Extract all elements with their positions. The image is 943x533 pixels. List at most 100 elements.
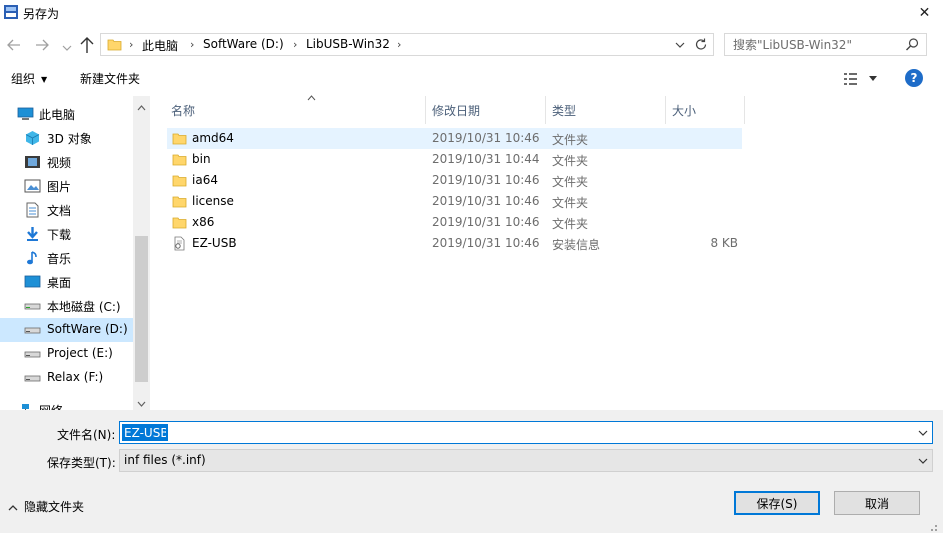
drive-icon xyxy=(24,346,41,362)
video-icon xyxy=(24,154,41,170)
table-row[interactable]: ia64 2019/10/31 10:46 文件夹 xyxy=(167,170,742,191)
sidebar-item-label: 本地磁盘 (C:) xyxy=(47,300,121,314)
table-row[interactable]: amd64 2019/10/31 10:46 文件夹 xyxy=(167,128,742,149)
change-view-button[interactable] xyxy=(843,70,879,88)
nav-pane-scrollbar[interactable] xyxy=(133,96,150,410)
table-row[interactable]: EZ-USB 2019/10/31 10:46 安装信息 8 KB xyxy=(167,233,742,254)
filename-combobox[interactable] xyxy=(119,421,933,444)
column-header-date[interactable]: 修改日期 xyxy=(426,96,546,124)
navigation-pane: 此电脑 3D 对象 视频 图片 文档 下载 音乐 桌面 本地磁盘 (C:) So… xyxy=(0,96,150,410)
file-date: 2019/10/31 10:46 xyxy=(432,131,540,145)
file-date: 2019/10/31 10:46 xyxy=(432,173,540,187)
new-folder-button[interactable]: 新建文件夹 xyxy=(80,70,140,87)
sidebar-item-label: 下载 xyxy=(47,228,72,242)
sidebar-item-drive-c[interactable]: 本地磁盘 (C:) xyxy=(0,294,133,318)
file-name: amd64 xyxy=(192,131,234,145)
search-input[interactable] xyxy=(733,37,903,53)
sidebar-item-drive-f[interactable]: Relax (F:) xyxy=(0,366,133,390)
file-size: 8 KB xyxy=(710,236,738,250)
organize-label: 组织 xyxy=(11,72,36,86)
app-icon xyxy=(3,4,19,20)
search-icon[interactable] xyxy=(905,37,920,52)
sidebar-item-downloads[interactable]: 下载 xyxy=(0,222,133,246)
back-arrow-icon[interactable] xyxy=(6,38,22,52)
sidebar-item-this-pc[interactable]: 此电脑 xyxy=(0,102,133,126)
drive-icon xyxy=(24,298,41,314)
sidebar-item-music[interactable]: 音乐 xyxy=(0,246,133,270)
sidebar-item-desktop[interactable]: 桌面 xyxy=(0,270,133,294)
column-header-size[interactable]: 大小 xyxy=(666,96,745,124)
breadcrumb-separator: › xyxy=(293,38,298,51)
filename-input[interactable] xyxy=(122,424,168,441)
sidebar-item-label: 文档 xyxy=(47,204,72,218)
desktop-icon xyxy=(24,274,41,290)
up-arrow-icon[interactable] xyxy=(78,35,96,55)
breadcrumb-separator: › xyxy=(190,38,195,51)
sidebar-item-label: 3D 对象 xyxy=(47,132,92,146)
folder-icon xyxy=(172,131,187,146)
file-date: 2019/10/31 10:46 xyxy=(432,194,540,208)
filetype-dropdown-chevron-icon[interactable] xyxy=(917,455,929,465)
sidebar-item-label: Relax (F:) xyxy=(47,370,104,384)
file-name: x86 xyxy=(192,215,215,229)
recent-locations-chevron-icon[interactable] xyxy=(62,41,72,51)
column-header-name[interactable]: 名称 xyxy=(165,95,426,124)
file-type: 文件夹 xyxy=(552,133,589,147)
sidebar-item-label: Project (E:) xyxy=(47,346,113,360)
forward-arrow-icon[interactable] xyxy=(34,38,50,52)
sidebar-item-drive-e[interactable]: Project (E:) xyxy=(0,342,133,366)
close-icon: ✕ xyxy=(918,5,931,21)
documents-icon xyxy=(24,202,41,218)
file-type: 安装信息 xyxy=(552,238,601,252)
close-button[interactable]: ✕ xyxy=(906,0,943,26)
filename-dropdown-chevron-icon[interactable] xyxy=(917,427,929,437)
search-box[interactable] xyxy=(724,33,927,56)
address-bar[interactable]: › 此电脑 › SoftWare (D:) › LibUSB-Win32 › xyxy=(100,33,714,56)
refresh-icon[interactable] xyxy=(693,36,709,53)
sidebar-item-network[interactable]: 网络 xyxy=(0,398,133,410)
scroll-down-arrow-icon[interactable] xyxy=(137,396,146,407)
sidebar-item-pictures[interactable]: 图片 xyxy=(0,174,133,198)
filename-label: 文件名(N): xyxy=(57,428,116,442)
file-name: ia64 xyxy=(192,173,218,187)
scrollbar-thumb[interactable] xyxy=(135,236,148,382)
sidebar-item-label: 此电脑 xyxy=(39,108,76,122)
file-type: 文件夹 xyxy=(552,175,589,189)
folder-icon xyxy=(172,194,187,209)
breadcrumb-this-pc[interactable]: 此电脑 xyxy=(142,37,178,54)
pictures-icon xyxy=(24,178,41,194)
sidebar-item-documents[interactable]: 文档 xyxy=(0,198,133,222)
sidebar-item-videos[interactable]: 视频 xyxy=(0,150,133,174)
save-form: 文件名(N): 保存类型(T): inf files (*.inf) 隐藏文件夹… xyxy=(0,410,943,533)
folder-icon xyxy=(172,215,187,230)
filetype-select[interactable]: inf files (*.inf) xyxy=(119,449,933,472)
folder-icon xyxy=(172,173,187,188)
details-view-icon xyxy=(844,73,857,85)
file-type: 文件夹 xyxy=(552,154,589,168)
breadcrumb-libusb-win32[interactable]: LibUSB-Win32 xyxy=(306,37,390,51)
caret-down-icon: ▼ xyxy=(41,75,48,84)
network-icon xyxy=(17,402,34,410)
file-type: 文件夹 xyxy=(552,217,589,231)
hide-folders-label: 隐藏文件夹 xyxy=(24,500,85,514)
sidebar-item-label: SoftWare (D:) xyxy=(47,322,128,336)
sidebar-item-label: 图片 xyxy=(47,180,72,194)
breadcrumb-software-drive[interactable]: SoftWare (D:) xyxy=(203,37,284,51)
column-header-type[interactable]: 类型 xyxy=(546,96,666,124)
table-row[interactable]: bin 2019/10/31 10:44 文件夹 xyxy=(167,149,742,170)
table-row[interactable]: x86 2019/10/31 10:46 文件夹 xyxy=(167,212,742,233)
sidebar-item-label: 网络 xyxy=(39,402,63,410)
resize-grip-icon[interactable] xyxy=(925,523,939,533)
scroll-up-arrow-icon[interactable] xyxy=(137,100,146,111)
table-row[interactable]: license 2019/10/31 10:46 文件夹 xyxy=(167,191,742,212)
save-button[interactable]: 保存(S) xyxy=(734,491,820,515)
sidebar-item-drive-d[interactable]: SoftWare (D:) xyxy=(0,318,133,342)
cancel-button[interactable]: 取消 xyxy=(834,491,920,515)
sidebar-item-3d-objects[interactable]: 3D 对象 xyxy=(0,126,133,150)
organize-button[interactable]: 组织 ▼ xyxy=(11,70,47,87)
help-button[interactable]: ? xyxy=(905,69,923,87)
address-dropdown-chevron-icon[interactable] xyxy=(673,37,687,53)
sidebar-item-label: 音乐 xyxy=(47,252,72,266)
file-type: 文件夹 xyxy=(552,196,589,210)
column-header-label: 大小 xyxy=(672,104,697,118)
